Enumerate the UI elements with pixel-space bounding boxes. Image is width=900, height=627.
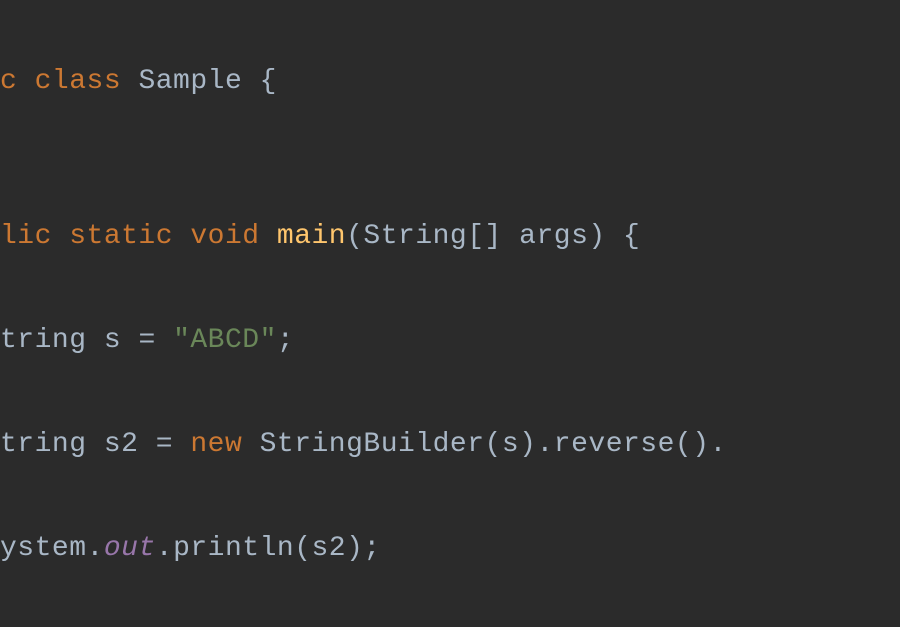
parameter: args xyxy=(519,221,588,252)
dot: . xyxy=(87,533,104,564)
dot: . xyxy=(710,429,727,460)
assign: = xyxy=(138,429,190,460)
space xyxy=(242,66,259,97)
space xyxy=(606,221,623,252)
keyword-class: class xyxy=(35,66,122,97)
string-literal: "ABCD" xyxy=(173,325,277,356)
code-editor[interactable]: c class Sample { lic static void main(St… xyxy=(0,4,900,627)
brace-open: { xyxy=(623,221,640,252)
paren-open: ( xyxy=(346,221,363,252)
type-name: String xyxy=(363,221,467,252)
argument: s xyxy=(502,429,519,460)
partial-type: tring xyxy=(0,429,104,460)
semicolon: ; xyxy=(277,325,294,356)
paren-open: ( xyxy=(485,429,502,460)
brackets: [] xyxy=(467,221,519,252)
paren-close: ) xyxy=(588,221,605,252)
partial-keyword: lic xyxy=(0,221,69,252)
code-line[interactable]: lic static void main(String[] args) { xyxy=(0,211,900,263)
constructor-name: StringBuilder xyxy=(260,429,485,460)
variable: s xyxy=(104,325,121,356)
keyword-static: static xyxy=(69,221,173,252)
brace-open: { xyxy=(260,66,277,97)
partial-class: ystem xyxy=(0,533,87,564)
space xyxy=(173,221,190,252)
paren-open: ( xyxy=(294,533,311,564)
paren-close: ) xyxy=(519,429,536,460)
method-call: println xyxy=(173,533,294,564)
code-line[interactable]: ystem.out.println(s2); xyxy=(0,523,900,575)
method-name: main xyxy=(277,221,346,252)
partial-keyword: c xyxy=(0,66,35,97)
paren-close: ) xyxy=(346,533,363,564)
semicolon: ; xyxy=(363,533,380,564)
parens: () xyxy=(675,429,710,460)
partial-type: tring xyxy=(0,325,104,356)
class-name: Sample xyxy=(138,66,242,97)
code-line[interactable]: tring s2 = new StringBuilder(s).reverse(… xyxy=(0,419,900,471)
code-line[interactable]: tring s = "ABCD"; xyxy=(0,315,900,367)
argument: s2 xyxy=(312,533,347,564)
assign: = xyxy=(121,325,173,356)
variable: s2 xyxy=(104,429,139,460)
keyword-new: new xyxy=(190,429,242,460)
field-out: out xyxy=(104,533,156,564)
space xyxy=(242,429,259,460)
keyword-void: void xyxy=(190,221,259,252)
method-call: reverse xyxy=(554,429,675,460)
space xyxy=(260,221,277,252)
dot: . xyxy=(156,533,173,564)
space xyxy=(121,66,138,97)
dot: . xyxy=(536,429,553,460)
code-line[interactable]: c class Sample { xyxy=(0,56,900,108)
